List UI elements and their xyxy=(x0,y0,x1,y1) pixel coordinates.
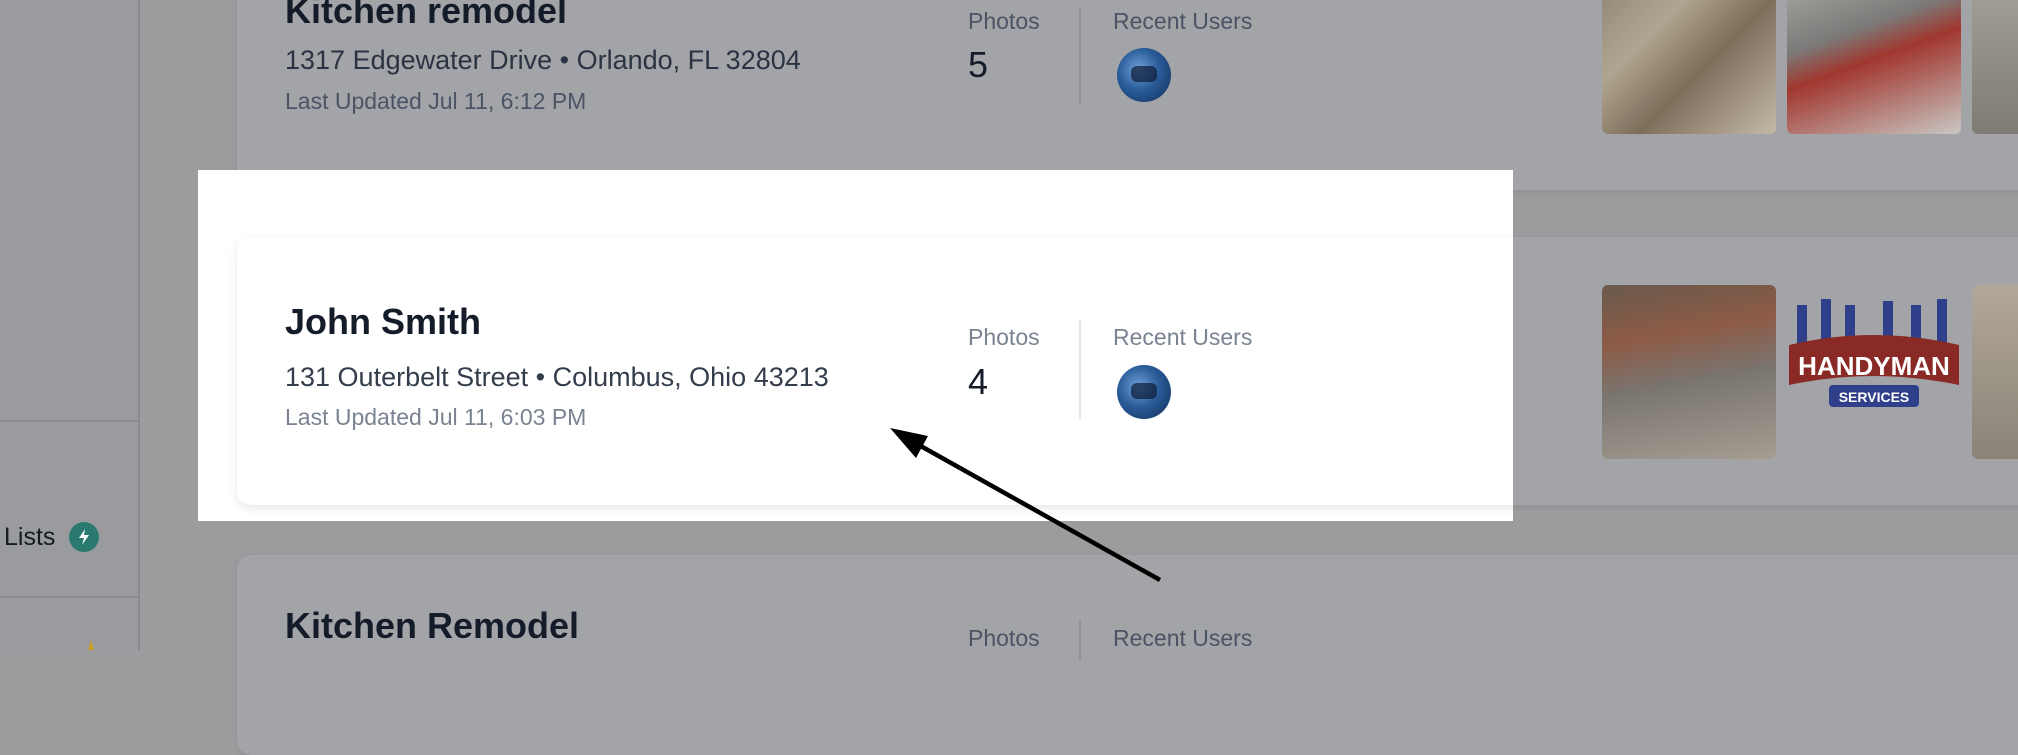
avatar[interactable] xyxy=(1117,365,1171,419)
svg-text:SERVICES: SERVICES xyxy=(1839,389,1910,405)
highlight-region: John Smith 131 Outerbelt Street • Columb… xyxy=(198,170,1513,521)
photos-label: Photos xyxy=(968,8,1040,34)
bolt-icon xyxy=(69,522,100,552)
handyman-logo-thumbnail[interactable]: HANDYMAN SERVICES xyxy=(1787,285,1961,459)
photo-thumbnail[interactable] xyxy=(1972,0,2018,134)
photo-thumbnail[interactable] xyxy=(1602,285,1776,459)
recent-users-label: Recent Users xyxy=(1113,324,1253,350)
recent-users-label: Recent Users xyxy=(1113,625,1253,651)
photos-label: Photos xyxy=(968,625,1040,651)
svg-text:HANDYMAN: HANDYMAN xyxy=(1798,351,1950,381)
project-title[interactable]: Kitchen remodel xyxy=(285,0,567,32)
stat-divider xyxy=(1079,321,1081,419)
project-updated: Last Updated Jul 11, 6:03 PM xyxy=(285,404,587,430)
recent-users-label: Recent Users xyxy=(1113,8,1253,34)
project-card[interactable]: Kitchen Remodel Photos Recent Users xyxy=(237,555,2018,755)
project-card[interactable]: Kitchen remodel 1317 Edgewater Drive • O… xyxy=(237,0,2018,190)
photos-count: 5 xyxy=(968,44,989,85)
sidebar-divider xyxy=(0,420,138,422)
stat-divider xyxy=(1079,621,1081,661)
photo-thumbnail[interactable] xyxy=(1602,0,1776,134)
sidebar-item-label: Lists xyxy=(4,522,56,551)
photo-thumbnail[interactable] xyxy=(1972,285,2018,459)
project-address: 131 Outerbelt Street • Columbus, Ohio 43… xyxy=(285,362,829,392)
project-address: 1317 Edgewater Drive • Orlando, FL 32804 xyxy=(285,45,801,75)
project-card-highlighted[interactable]: John Smith 131 Outerbelt Street • Columb… xyxy=(237,237,1513,505)
photo-thumbnail[interactable] xyxy=(1787,0,1961,134)
photos-label: Photos xyxy=(968,324,1040,350)
avatar[interactable] xyxy=(1117,48,1171,102)
stat-divider xyxy=(1079,8,1081,104)
project-title[interactable]: John Smith xyxy=(285,301,481,343)
project-title[interactable]: Kitchen Remodel xyxy=(285,605,579,647)
project-updated: Last Updated Jul 11, 6:12 PM xyxy=(285,88,587,114)
sidebar-item-lists[interactable]: Lists xyxy=(4,522,100,552)
star-icon xyxy=(88,640,94,650)
sidebar: Lists xyxy=(0,0,140,650)
sidebar-divider xyxy=(0,596,138,598)
photos-count: 4 xyxy=(968,361,989,402)
